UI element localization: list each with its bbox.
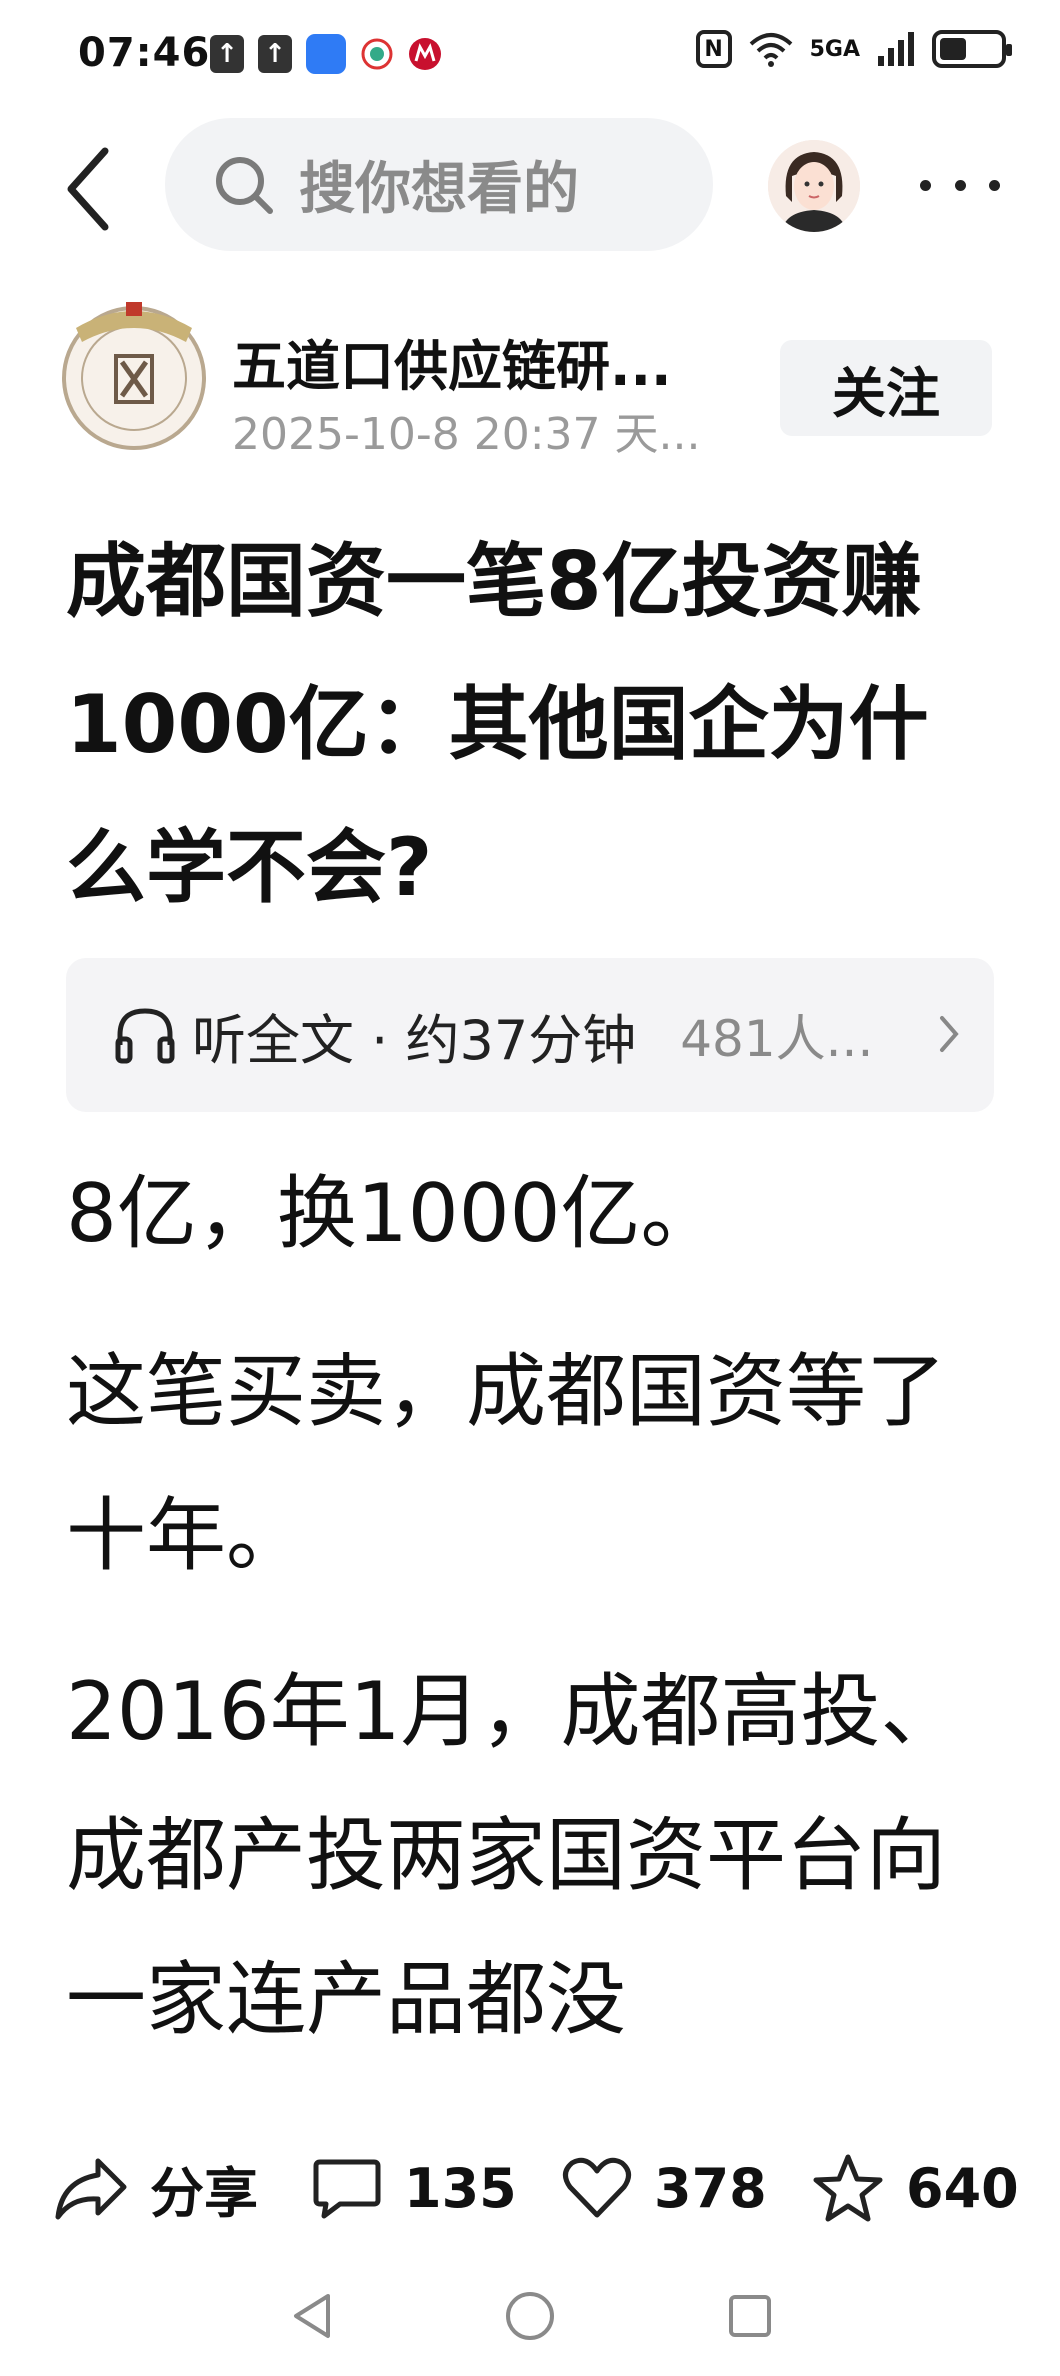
like-count: 378 — [654, 2156, 767, 2220]
square-recents-icon — [729, 2295, 771, 2337]
back-button[interactable] — [52, 144, 122, 234]
post-meta: 2025-10-8 20:37 天... — [232, 409, 701, 460]
avatar[interactable] — [768, 140, 860, 232]
article-paragraph: 8亿，换1000亿。 — [66, 1167, 721, 1260]
signal-icon — [878, 32, 914, 66]
author-row: 五道口供应链研... 2025-10-8 20:37 天... 关注 — [0, 292, 1060, 472]
more-icon-dot — [989, 179, 1000, 191]
network-type-label: 5GA — [809, 36, 860, 62]
nfc-icon: N — [695, 30, 732, 68]
article-paragraph: 2016年1月，成都高投、成都产投两家国资平台向一家连产品都没 — [66, 1665, 961, 2046]
heart-icon — [563, 2157, 631, 2218]
headphones-icon — [115, 1008, 175, 1064]
back-icon — [67, 147, 109, 231]
nav-back-button[interactable] — [282, 2286, 342, 2346]
system-nav-bar — [0, 2270, 1060, 2376]
listen-label: 听全文 · 约37分钟 — [192, 1008, 637, 1072]
more-button[interactable] — [920, 160, 1000, 210]
search-input[interactable]: 搜你想看的 — [165, 118, 713, 251]
app-notification-icon — [306, 34, 346, 74]
listen-full-text-bar[interactable]: 听全文 · 约37分钟 481人... — [66, 958, 994, 1112]
status-time: 07:46 — [78, 30, 211, 76]
battery-level — [940, 38, 967, 60]
mobile-app-icon — [361, 38, 393, 70]
notification-icons: ↑ ↑ — [210, 34, 442, 74]
more-icon — [920, 179, 931, 191]
like-button[interactable]: 378 — [562, 2148, 767, 2228]
favorite-count: 640 — [906, 2156, 1019, 2220]
wifi-icon — [749, 33, 792, 67]
upload-icon: ↑ — [258, 35, 292, 73]
nav-recents-button[interactable] — [720, 2286, 780, 2346]
nav-home-button[interactable] — [500, 2286, 560, 2346]
author-name[interactable]: 五道口供应链研... — [232, 322, 702, 401]
triangle-back-icon — [294, 2294, 330, 2338]
share-button[interactable]: 分享 — [54, 2148, 258, 2228]
listener-count: 481人... — [680, 1010, 874, 1068]
star-icon — [813, 2154, 883, 2222]
article-title: 成都国资一笔8亿投资赚1000亿：其他国企为什么学不会? — [66, 535, 929, 914]
comment-count: 135 — [404, 2156, 517, 2220]
battery-icon — [932, 30, 1012, 68]
search-placeholder: 搜你想看的 — [299, 157, 579, 222]
follow-button[interactable]: 关注 — [780, 340, 992, 436]
comment-button[interactable]: 135 — [312, 2148, 517, 2228]
top-navigation: 搜你想看的 — [0, 118, 1060, 268]
circle-home-icon — [506, 2292, 554, 2340]
share-label: 分享 — [150, 2161, 258, 2225]
user-avatar-image — [768, 140, 860, 232]
chevron-right-icon — [940, 1016, 959, 1052]
author-logo[interactable] — [56, 298, 212, 454]
article-page: 07:46 ↑ ↑ N 5GA 搜你想看的 五道口供应链研... 2025-10… — [0, 0, 1060, 2376]
article-paragraph: 这笔买卖，成都国资等了十年。 — [66, 1345, 946, 1582]
action-bar: 分享 135 378 640 — [0, 2126, 1060, 2246]
search-icon — [216, 156, 273, 214]
more-icon-dot — [954, 179, 966, 191]
status-bar: 07:46 ↑ ↑ N 5GA — [0, 0, 1060, 118]
share-icon — [55, 2158, 127, 2220]
bank-app-icon — [409, 38, 441, 70]
upload-icon: ↑ — [210, 35, 244, 73]
system-status-icons: N 5GA — [695, 30, 1012, 68]
favorite-button[interactable]: 640 — [812, 2148, 1019, 2228]
comment-icon — [313, 2159, 381, 2219]
